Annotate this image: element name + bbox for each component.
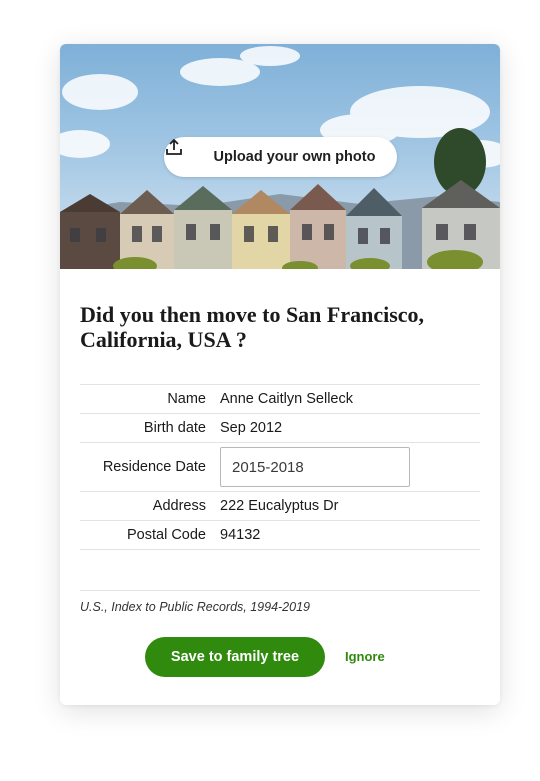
- record-hint-card: Upload your own photo Did you then move …: [60, 44, 500, 705]
- detail-row-postal-code: Postal Code 94132: [80, 521, 480, 550]
- detail-row-address: Address 222 Eucalyptus Dr: [80, 492, 480, 521]
- residence-date-input[interactable]: [220, 447, 410, 487]
- address-label: Address: [152, 498, 206, 514]
- source-divider: [80, 590, 480, 591]
- address-value: 222 Eucalyptus Dr: [220, 498, 339, 514]
- save-to-family-tree-button[interactable]: Save to family tree: [145, 637, 325, 677]
- birth-date-value: Sep 2012: [220, 420, 283, 436]
- hint-question: Did you then move to San Francisco, Cali…: [80, 302, 425, 352]
- upload-photo-label: Upload your own photo: [213, 149, 376, 165]
- upload-photo-button[interactable]: Upload your own photo: [164, 137, 397, 177]
- postal-code-label: Postal Code: [127, 527, 206, 543]
- detail-row-birth-date: Birth date Sep 2012: [80, 414, 480, 443]
- name-label: Name: [167, 391, 206, 407]
- hero-photo: Upload your own photo: [60, 44, 500, 269]
- record-details-table: Name Anne Caitlyn Selleck Birth date Sep…: [80, 384, 480, 550]
- detail-row-residence-date: Residence Date: [80, 443, 480, 492]
- upload-icon: [166, 139, 206, 167]
- detail-row-name: Name Anne Caitlyn Selleck: [80, 385, 480, 414]
- name-value: Anne Caitlyn Selleck: [220, 391, 353, 407]
- birth-date-label: Birth date: [143, 420, 206, 436]
- record-source: U.S., Index to Public Records, 1994-2019: [80, 600, 310, 614]
- postal-code-value: 94132: [220, 527, 261, 543]
- residence-date-label: Residence Date: [102, 459, 206, 475]
- ignore-link[interactable]: Ignore: [345, 649, 385, 664]
